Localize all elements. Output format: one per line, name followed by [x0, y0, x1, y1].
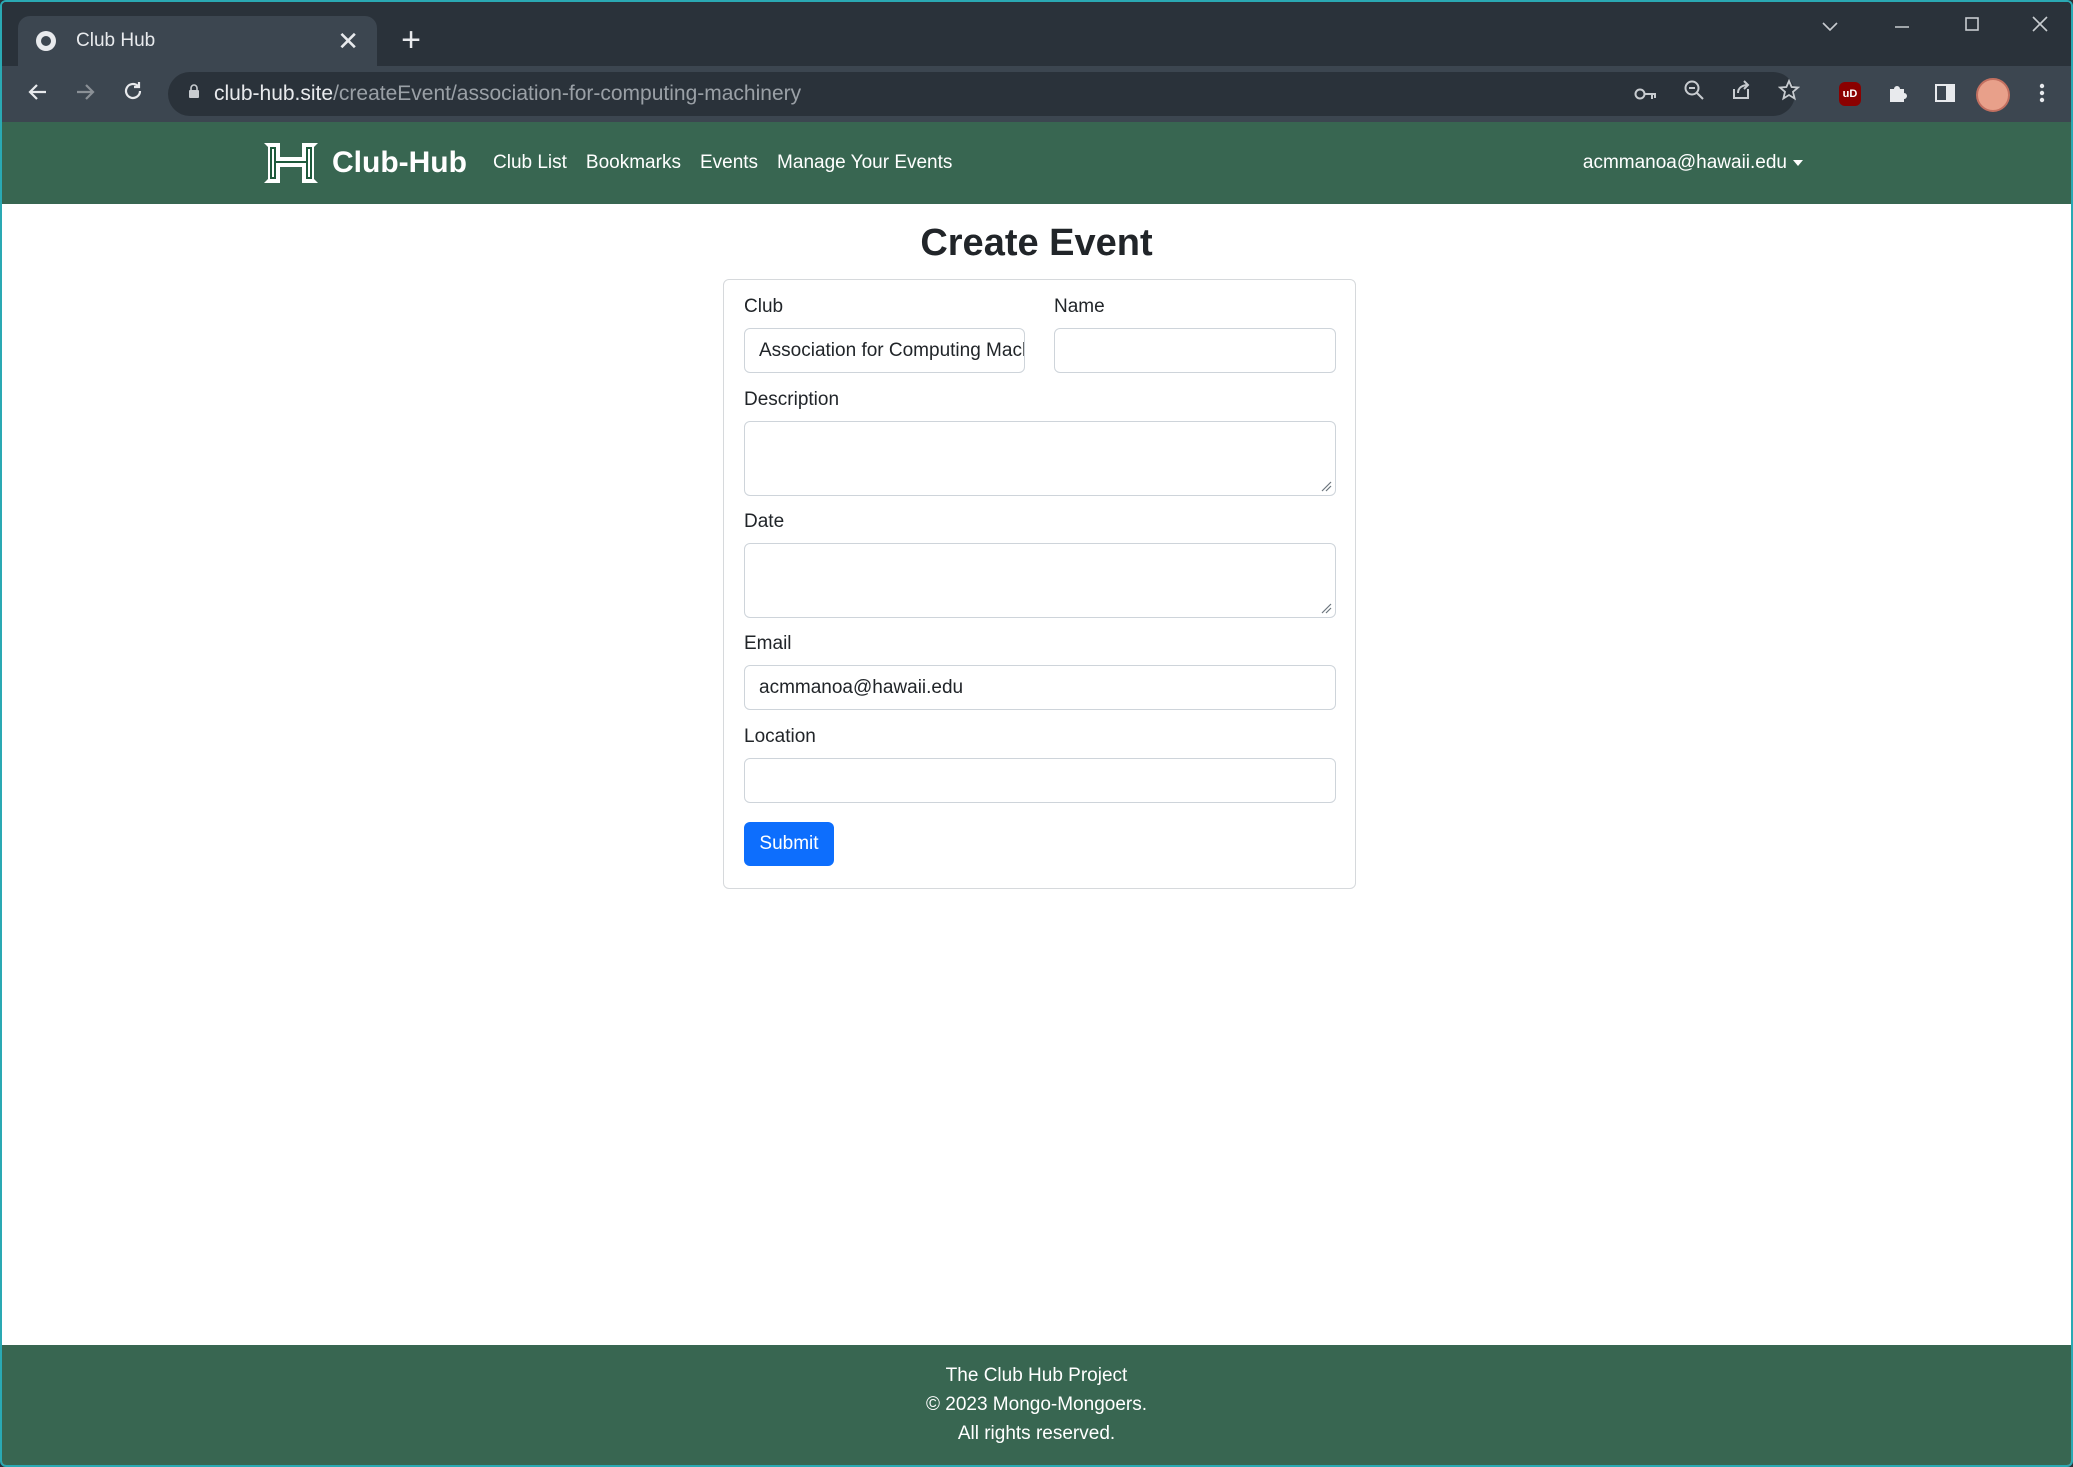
minimize-icon[interactable]: [1882, 10, 1922, 42]
close-icon[interactable]: ✕: [337, 28, 359, 54]
star-icon[interactable]: [1771, 72, 1807, 116]
h-logo-icon: [262, 139, 320, 187]
nav-link-events[interactable]: Events: [700, 152, 758, 174]
forward-icon[interactable]: [67, 76, 103, 112]
tab-title: Club Hub: [76, 30, 156, 51]
site-navbar: Club-Hub Club List Bookmarks Events Mana…: [2, 122, 2071, 204]
address-bar[interactable]: club-hub.site/createEvent/association-fo…: [168, 72, 1801, 116]
footer-rights: All rights reserved.: [957, 1423, 1116, 1444]
resize-grip-icon[interactable]: [1320, 480, 1332, 492]
chevron-down-icon[interactable]: [1810, 10, 1850, 42]
brand[interactable]: Club-Hub: [262, 138, 467, 188]
create-event-form: Club Association for Computing Machinery…: [723, 279, 1356, 889]
avatar[interactable]: [1976, 78, 2010, 112]
page-title: Create Event: [920, 222, 1153, 264]
user-email: acmmanoa@hawaii.edu: [1582, 152, 1787, 173]
sidepanel-icon[interactable]: [1932, 82, 1958, 108]
name-field[interactable]: [1054, 328, 1336, 373]
email-field[interactable]: acmmanoa@hawaii.edu: [744, 665, 1336, 710]
lock-icon[interactable]: [188, 84, 200, 104]
user-dropdown[interactable]: acmmanoa@hawaii.edu: [1583, 122, 1803, 204]
url-path: /createEvent/association-for-computing-m…: [333, 82, 802, 105]
maximize-icon[interactable]: [1952, 10, 1992, 42]
resize-grip-icon[interactable]: [1320, 602, 1332, 614]
nav-link-club-list[interactable]: Club List: [493, 152, 567, 174]
nav-link-manage-events[interactable]: Manage Your Events: [777, 152, 952, 174]
name-label: Name: [1054, 296, 1105, 317]
date-field[interactable]: [744, 543, 1336, 618]
footer-copyright: © 2023 Mongo-Mongoers.: [925, 1394, 1147, 1415]
window-close-icon[interactable]: [2020, 10, 2060, 42]
url-host: club-hub.site: [214, 82, 334, 105]
description-field[interactable]: [744, 421, 1336, 496]
nav-link-bookmarks[interactable]: Bookmarks: [586, 152, 681, 174]
nav-links: Club List Bookmarks Events Manage Your E…: [493, 122, 952, 204]
club-field[interactable]: Association for Computing Machinery: [744, 328, 1025, 373]
footer-project: The Club Hub Project: [945, 1365, 1128, 1386]
plus-icon[interactable]: +: [395, 22, 427, 58]
submit-button[interactable]: Submit: [744, 822, 834, 866]
back-icon[interactable]: [20, 76, 56, 112]
favicon-icon: [36, 31, 56, 51]
email-label: Email: [744, 633, 792, 654]
page: Club-Hub Club List Bookmarks Events Mana…: [2, 122, 2071, 1465]
browser-window: Club Hub ✕ + club-hub.site /createEvent/…: [0, 0, 2073, 1467]
location-field[interactable]: [744, 758, 1336, 803]
key-icon[interactable]: [1628, 72, 1664, 116]
description-label: Description: [744, 389, 840, 410]
brand-name: Club-Hub: [332, 146, 467, 179]
location-label: Location: [744, 726, 816, 747]
tab-club-hub[interactable]: Club Hub ✕: [18, 16, 377, 66]
kebab-menu-icon[interactable]: [2029, 82, 2055, 108]
club-label: Club: [744, 296, 784, 317]
zoom-icon[interactable]: [1676, 72, 1712, 116]
share-icon[interactable]: [1723, 72, 1759, 116]
site-footer: The Club Hub Project © 2023 Mongo-Mongoe…: [2, 1345, 2071, 1465]
caret-down-icon: [1793, 160, 1803, 166]
tab-strip: Club Hub ✕ +: [2, 2, 2071, 66]
reload-icon[interactable]: [115, 76, 151, 112]
date-label: Date: [744, 511, 785, 532]
browser-toolbar: club-hub.site/createEvent/association-fo…: [2, 66, 2071, 122]
ublock-icon[interactable]: uD: [1839, 82, 1861, 106]
puzzle-icon[interactable]: [1884, 82, 1910, 108]
